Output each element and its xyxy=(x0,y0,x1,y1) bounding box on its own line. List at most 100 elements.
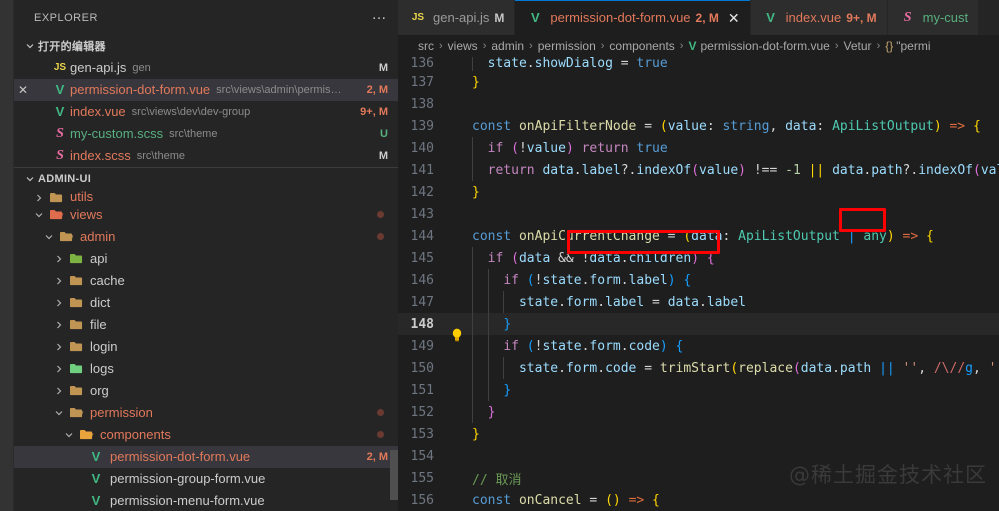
code-editor[interactable]: 136 state.showDialog = true 137} 138 139 con… xyxy=(398,57,999,511)
code-token: true xyxy=(636,57,668,71)
editor-tab[interactable]: Smy-cust xyxy=(887,0,980,35)
tree-item-label: components xyxy=(100,427,171,443)
breadcrumb[interactable]: src › views › admin › permission › components › Vp… xyxy=(398,35,999,57)
tree-folder-item[interactable]: components xyxy=(14,424,398,446)
activity-bar[interactable] xyxy=(0,0,14,511)
tree-scrollbar[interactable] xyxy=(390,449,398,500)
code-line[interactable]: 146 if (!state.form.label) { xyxy=(398,269,999,291)
chevron-right-icon[interactable] xyxy=(32,192,46,204)
chevron-down-icon[interactable] xyxy=(32,209,46,221)
code-line[interactable]: 141 return data.label?.indexOf(value) !=… xyxy=(398,159,999,181)
breadcrumb-item[interactable]: Vetur xyxy=(844,39,872,53)
open-editor-item[interactable]: Smy-custom.scss src\theme U xyxy=(14,123,398,145)
code-line[interactable]: 145 if (data && !data.children) { xyxy=(398,247,999,269)
chevron-right-icon[interactable] xyxy=(52,319,66,331)
code-token: . xyxy=(620,338,629,354)
code-line[interactable]: 136 state.showDialog = true xyxy=(398,57,999,71)
code-token: if xyxy=(503,338,519,354)
code-token: return xyxy=(581,140,629,156)
more-actions-icon[interactable]: … xyxy=(372,7,389,26)
open-editor-filename: permission-dot-form.vue xyxy=(70,82,211,98)
folder-icon xyxy=(66,318,86,331)
chevron-down-icon[interactable] xyxy=(42,231,56,243)
breadcrumb-item[interactable]: admin xyxy=(491,39,524,53)
chevron-down-icon[interactable] xyxy=(52,407,66,419)
code-line[interactable]: 147 state.form.label = data.label xyxy=(398,291,999,313)
tree-folder-item[interactable]: dict xyxy=(14,292,398,314)
tree-folder-item[interactable]: permission xyxy=(14,402,398,424)
code-token: { xyxy=(683,272,692,288)
code-token: ) xyxy=(691,250,700,266)
breadcrumb-item[interactable]: src xyxy=(418,39,434,53)
tree-folder-item[interactable]: login xyxy=(14,336,398,358)
code-line[interactable]: 149 if (!state.form.code) { xyxy=(398,335,999,357)
tree-folder-item[interactable]: org xyxy=(14,380,398,402)
line-number: 154 xyxy=(410,448,434,464)
code-token: . xyxy=(832,360,840,376)
close-icon[interactable]: ✕ xyxy=(728,11,740,25)
close-icon[interactable]: ✕ xyxy=(14,83,32,97)
tree-folder-item[interactable]: api xyxy=(14,248,398,270)
code-text: if (!state.form.label) { xyxy=(472,273,999,288)
code-line[interactable]: 139 const onApiFilterNode = (value: strin… xyxy=(398,115,999,137)
breadcrumb-item[interactable]: permission xyxy=(538,39,596,53)
code-line[interactable]: 153} xyxy=(398,423,999,445)
code-line[interactable]: 154 xyxy=(398,445,999,467)
code-line[interactable]: 137} xyxy=(398,71,999,93)
tree-folder-item[interactable]: admin xyxy=(14,226,398,248)
tree-folder-item[interactable]: logs xyxy=(14,358,398,380)
code-token: data xyxy=(542,162,574,178)
code-line[interactable]: 143 xyxy=(398,203,999,225)
indent-guide xyxy=(487,313,489,335)
chevron-right-icon[interactable] xyxy=(52,253,66,265)
code-line[interactable]: 144 const onApiCurrentChange = (data: Api… xyxy=(398,225,999,247)
chevron-down-icon[interactable] xyxy=(62,429,76,441)
editor-tab[interactable]: Vindex.vue 9+, M xyxy=(750,0,888,35)
code-token: { xyxy=(652,492,660,508)
file-tree[interactable]: utils views admin api cache dict file login logs… xyxy=(14,189,398,511)
tree-file-item[interactable]: Vpermission-group-form.vue xyxy=(14,468,398,490)
code-line[interactable]: 138 xyxy=(398,93,999,115)
breadcrumb-item[interactable]: "permi xyxy=(896,39,930,53)
code-line[interactable]: 140 if (!value) return true xyxy=(398,137,999,159)
breadcrumb-separator-icon: › xyxy=(529,40,533,52)
open-editors-section-header[interactable]: 打开的编辑器 xyxy=(14,35,398,57)
open-editor-item[interactable]: ✕ Vpermission-dot-form.vue src\views\admin… xyxy=(14,78,398,101)
code-line[interactable]: 151 } xyxy=(398,379,999,401)
tree-folder-item[interactable]: utils xyxy=(14,190,398,204)
open-editor-item[interactable]: Vindex.vue src\views\dev\dev-group 9+, M xyxy=(14,101,398,123)
code-token: any xyxy=(863,228,887,244)
project-section-header[interactable]: ADMIN-UI xyxy=(14,168,398,190)
chevron-right-icon[interactable] xyxy=(52,363,66,375)
chevron-right-icon[interactable] xyxy=(52,385,66,397)
code-token: onApiCurrentChange xyxy=(518,228,660,244)
breadcrumb-item[interactable]: components xyxy=(609,39,674,53)
code-token: data xyxy=(832,162,864,178)
tree-folder-item[interactable]: file xyxy=(14,314,398,336)
code-line[interactable]: 150 state.form.code = trimStart(replace(… xyxy=(398,357,999,379)
tree-file-item[interactable]: Vpermission-dot-form.vue 2, M xyxy=(14,445,398,468)
breadcrumb-item[interactable]: permission-dot-form.vue xyxy=(700,39,829,53)
code-line[interactable]: 148 } xyxy=(398,313,999,342)
open-editor-item[interactable]: JS gen-api.js gen M xyxy=(14,57,398,79)
tree-file-item[interactable]: Vpermission-menu-form.vue xyxy=(14,490,398,511)
code-line[interactable]: 155 // 取消 xyxy=(398,467,999,489)
chevron-right-icon[interactable] xyxy=(52,275,66,287)
breadcrumb-item[interactable]: views xyxy=(448,39,478,53)
tree-folder-item[interactable]: cache xyxy=(14,270,398,292)
project-root-label: ADMIN-UI xyxy=(38,172,92,185)
code-line[interactable]: 152 } xyxy=(398,401,999,423)
vue-file-icon: V xyxy=(531,10,540,25)
tree-folder-item[interactable]: views xyxy=(14,204,398,226)
code-line[interactable]: 156 const onCancel = () => { xyxy=(398,489,999,511)
editor-tab[interactable]: JS gen-api.js M xyxy=(398,0,516,35)
chevron-right-icon[interactable] xyxy=(52,297,66,309)
chevron-right-icon[interactable] xyxy=(52,341,66,353)
editor-tab[interactable]: Vpermission-dot-form.vue 2, M ✕ xyxy=(515,0,751,35)
editor-tab-bar: JS gen-api.js M Vpermission-dot-form.vue 2, … xyxy=(398,0,999,35)
open-editor-item[interactable]: Sindex.scss src\theme M xyxy=(14,145,398,167)
code-line[interactable]: 142} xyxy=(398,181,999,203)
